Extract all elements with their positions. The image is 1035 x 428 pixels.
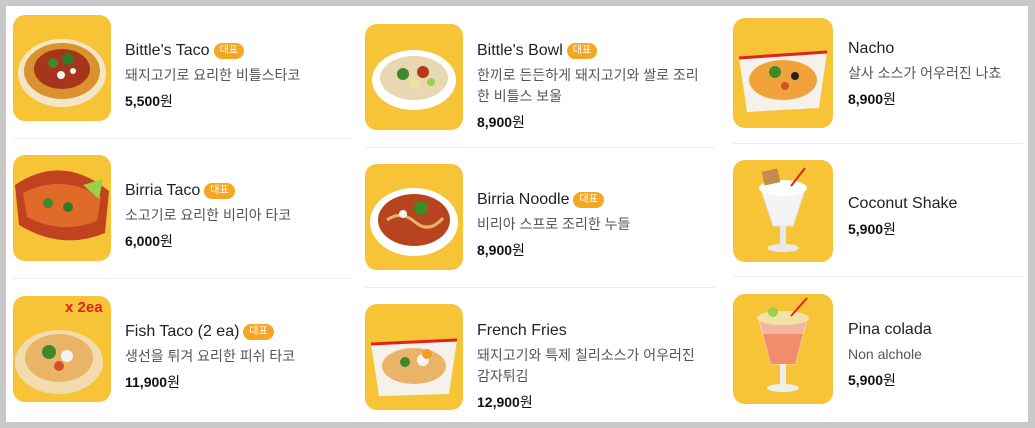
coconut-shake-image (733, 160, 833, 262)
item-price: 12,900원 (477, 394, 533, 410)
item-name: Bittle's Taco (125, 42, 210, 59)
menu-item-nacho[interactable]: Nacho 살사 소스가 어우러진 나쵸 8,900원 (733, 18, 1023, 128)
taco-plate-image (13, 15, 111, 121)
menu-item-coconut-shake[interactable]: Coconut Shake 5,900원 (733, 160, 1023, 270)
item-name: French Fries (477, 322, 567, 339)
signature-badge: 대표 (566, 43, 598, 59)
item-price: 8,900원 (477, 114, 525, 130)
menu-panel: Bittle's Taco 대표 돼지고기로 요리한 비틀스타코 5,500원 … (6, 6, 1028, 422)
divider (733, 276, 1023, 277)
divider (365, 147, 715, 148)
birria-taco-image (13, 155, 111, 261)
item-description: 돼지고기로 요리한 비틀스타코 (125, 67, 301, 83)
item-price: 6,000원 (125, 233, 173, 249)
item-name: Pina colada (848, 321, 932, 338)
menu-item-bittles-bowl[interactable]: Bittle's Bowl 대표 한끼로 든든하게 돼지고기와 쌀로 조리한 비… (365, 24, 715, 134)
divider (733, 143, 1023, 144)
item-price: 8,900원 (477, 242, 525, 258)
item-description: 생선을 튀겨 요리한 피쉬 타코 (125, 348, 296, 364)
item-name: Birria Noodle (477, 191, 570, 208)
item-description: 한끼로 든든하게 돼지고기와 쌀로 조리한 비틀스 보울 (477, 67, 699, 104)
divider (13, 278, 353, 279)
item-name: Coconut Shake (848, 195, 958, 212)
signature-badge: 대표 (573, 192, 604, 208)
item-price: 5,500원 (125, 93, 173, 109)
item-description: 소고기로 요리한 비리아 타코 (125, 207, 292, 223)
item-description: 살사 소스가 어우러진 나쵸 (848, 65, 1002, 81)
item-name: Fish Taco (2 ea) (125, 323, 240, 340)
item-description: Non alchole (848, 346, 922, 362)
signature-badge: 대표 (204, 183, 235, 199)
rice-bowl-image (365, 24, 463, 130)
item-description: 비리아 스프로 조리한 누들 (477, 216, 631, 232)
divider (365, 287, 715, 288)
noodle-bowl-image (365, 164, 463, 270)
fish-taco-image: x 2ea (13, 296, 111, 402)
menu-item-birria-noodle[interactable]: Birria Noodle 대표 비리아 스프로 조리한 누들 8,900원 (365, 164, 715, 274)
fries-basket-image (365, 304, 463, 410)
item-description: 돼지고기와 특제 칠리소스가 어우러진 감자튀김 (477, 347, 695, 384)
signature-badge: 대표 (213, 43, 244, 59)
divider (13, 138, 353, 139)
item-price: 5,900원 (848, 372, 896, 388)
image-caption: x 2ea (65, 299, 103, 316)
menu-item-birria-taco[interactable]: Birria Taco 대표 소고기로 요리한 비리아 타코 6,000원 (13, 155, 353, 265)
signature-badge: 대표 (243, 324, 274, 340)
item-name: Birria Taco (125, 182, 201, 199)
menu-item-french-fries[interactable]: French Fries 돼지고기와 특제 칠리소스가 어우러진 감자튀김 12… (365, 304, 715, 414)
pina-colada-image (733, 294, 833, 404)
nacho-basket-image (733, 18, 833, 128)
item-price: 8,900원 (848, 91, 896, 107)
item-name: Bittle's Bowl (477, 42, 563, 59)
item-price: 5,900원 (848, 221, 896, 237)
menu-item-pina-colada[interactable]: Pina colada Non alchole 5,900원 (733, 294, 1023, 404)
menu-item-fish-taco[interactable]: x 2ea Fish Taco (2 ea) 대표 생선을 튀겨 요리한 피쉬 … (13, 296, 353, 406)
item-name: Nacho (848, 40, 895, 57)
menu-item-bittles-taco[interactable]: Bittle's Taco 대표 돼지고기로 요리한 비틀스타코 5,500원 (13, 15, 353, 125)
item-price: 11,900원 (125, 374, 180, 390)
